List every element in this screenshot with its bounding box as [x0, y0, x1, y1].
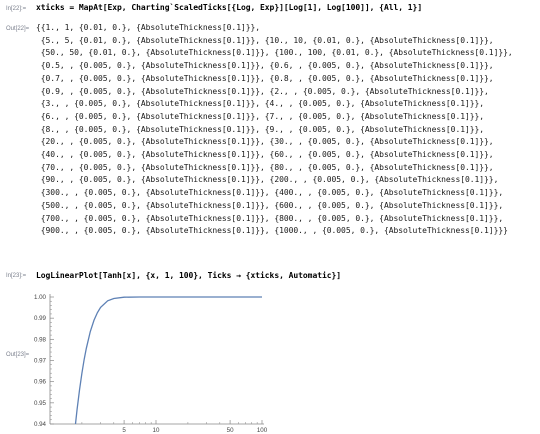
input-code-23[interactable]: LogLinearPlot[Tanh[x], {x, 1, 100}, Tick…: [36, 270, 341, 283]
notebook-cell-output-23: Out[23]= 0.94 0.95 0.96 0.97 0.98 0.99 1.00 5 10…: [0, 288, 540, 434]
y-tick-label: 0.95: [34, 400, 47, 407]
output-line: {70., , {0.005, 0.}, {AbsoluteThickness[…: [36, 162, 494, 172]
y-tick-label: 0.94: [34, 421, 47, 428]
x-tick-label: 50: [227, 427, 234, 434]
y-tick-label: 0.96: [34, 379, 47, 386]
output-line: {20., , {0.005, 0.}, {AbsoluteThickness[…: [36, 137, 494, 147]
output-line: {0.9, , {0.005, 0.}, {AbsoluteThickness[…: [36, 86, 489, 96]
x-tick-label: 10: [153, 427, 160, 434]
output-line: {0.7, , {0.005, 0.}, {AbsoluteThickness[…: [36, 73, 494, 83]
y-tick-label: 0.99: [34, 315, 47, 322]
loglinear-plot[interactable]: 0.94 0.95 0.96 0.97 0.98 0.99 1.00 5 10 50 100: [0, 288, 540, 434]
y-tick-label: 0.97: [34, 358, 47, 365]
input-code-22[interactable]: xticks = MapAt[Exp, Charting`ScaledTicks…: [36, 2, 422, 15]
output-line: {6., , {0.005, 0.}, {AbsoluteThickness[0…: [36, 111, 485, 121]
output-line: {50., 50, {0.01, 0.}, {AbsoluteThickness…: [36, 48, 513, 58]
x-tick-label: 100: [257, 427, 268, 434]
output-label-22: Out[22]=: [6, 26, 30, 32]
output-line: {500., , {0.005, 0.}, {AbsoluteThickness…: [36, 200, 504, 210]
output-line: {900., , {0.005, 0.}, {AbsoluteThickness…: [36, 226, 508, 236]
notebook-cell-output-22: Out[22]= {{1., 1, {0.01, 0.}, {AbsoluteT…: [0, 22, 540, 262]
output-line: {40., , {0.005, 0.}, {AbsoluteThickness[…: [36, 150, 494, 159]
output-line: {0.5, , {0.005, 0.}, {AbsoluteThickness[…: [36, 61, 494, 71]
output-line: {8., , {0.005, 0.}, {AbsoluteThickness[0…: [36, 124, 485, 134]
output-line: {{1., 1, {0.01, 0.}, {AbsoluteThickness[…: [36, 23, 261, 32]
y-tick-label: 1.00: [34, 294, 47, 301]
notebook-cell-input-22[interactable]: In[22]:= xticks = MapAt[Exp, Charting`Sc…: [0, 0, 540, 18]
input-label-22: In[22]:=: [6, 6, 27, 12]
output-line: {700., , {0.005, 0.}, {AbsoluteThickness…: [36, 213, 504, 223]
tanh-curve: [74, 296, 262, 425]
input-label-23: In[23]:=: [6, 273, 27, 279]
output-line: {5., 5, {0.01, 0.}, {AbsoluteThickness[0…: [36, 35, 494, 45]
x-tick-label: 5: [122, 427, 126, 434]
y-tick-label: 0.98: [34, 336, 47, 343]
output-line: {300., , {0.005, 0.}, {AbsoluteThickness…: [36, 188, 504, 198]
output-line: {3., , {0.005, 0.}, {AbsoluteThickness[0…: [36, 99, 485, 109]
output-line: {90., , {0.005, 0.}, {AbsoluteThickness[…: [36, 175, 499, 185]
notebook-cell-input-23[interactable]: In[23]:= LogLinearPlot[Tanh[x], {x, 1, 1…: [0, 270, 540, 286]
